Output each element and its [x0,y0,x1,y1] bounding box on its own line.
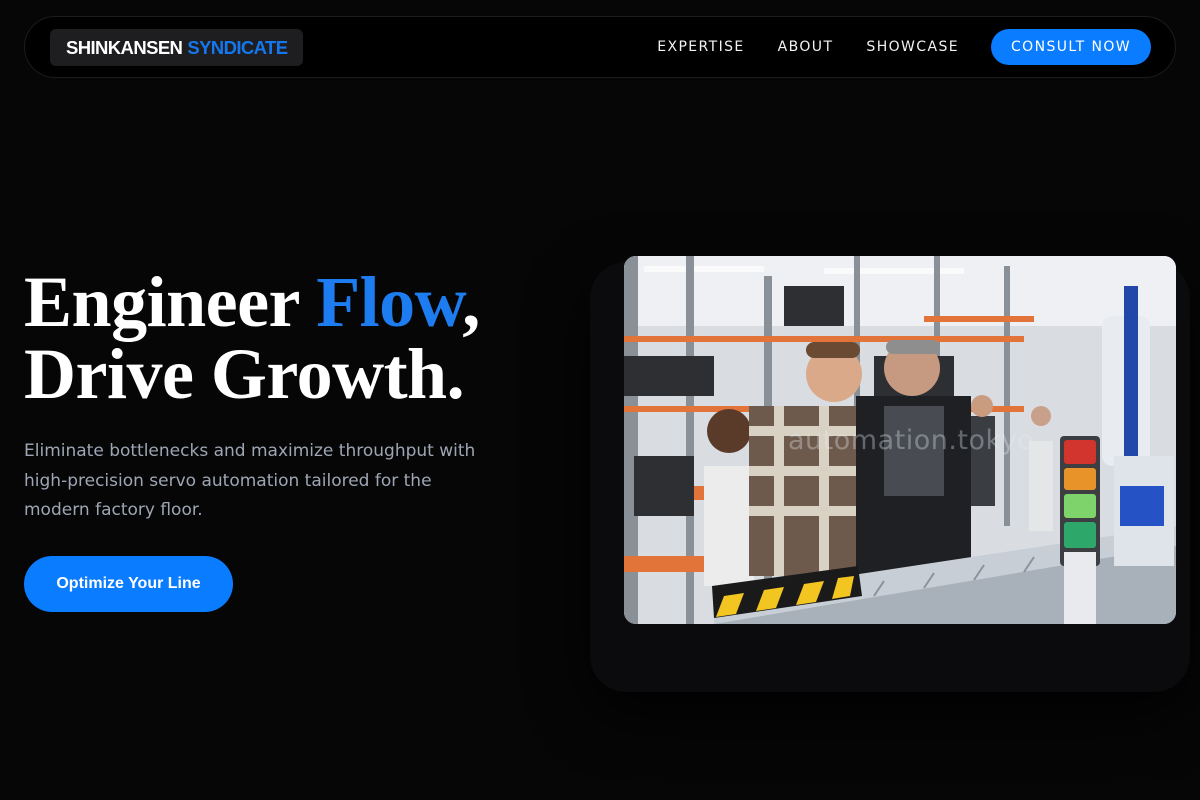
brand-name-primary: SHINKANSEN [66,36,183,58]
headline-punctuation: , [462,262,480,342]
brand-name-accent: SYNDICATE [187,36,288,58]
consult-now-button[interactable]: CONSULT NOW [990,29,1151,65]
headline-line-two: Drive Growth. [24,334,465,414]
brand-logo[interactable]: SHINKANSEN SYNDICATE [50,29,304,66]
hero-description: Eliminate bottlenecks and maximize throu… [24,441,476,520]
image-watermark: automation.tokyo [788,425,1035,456]
nav-link-about[interactable]: ABOUT [778,39,834,55]
top-navigation-bar: SHINKANSEN SYNDICATE EXPERTISE ABOUT SHO… [24,16,1176,78]
optimize-your-line-button[interactable]: Optimize Your Line [24,556,233,612]
headline-accent-word: Flow [316,262,463,342]
main-nav: EXPERTISE ABOUT SHOWCASE CONSULT NOW [657,17,1151,77]
hero-factory-image: automation.tokyo [624,256,1176,624]
headline-part-start: Engineer [24,262,317,342]
nav-link-expertise[interactable]: EXPERTISE [657,39,744,55]
nav-link-showcase[interactable]: SHOWCASE [866,39,959,55]
hero-headline: Engineer Flow, Drive Growth. [24,266,480,410]
